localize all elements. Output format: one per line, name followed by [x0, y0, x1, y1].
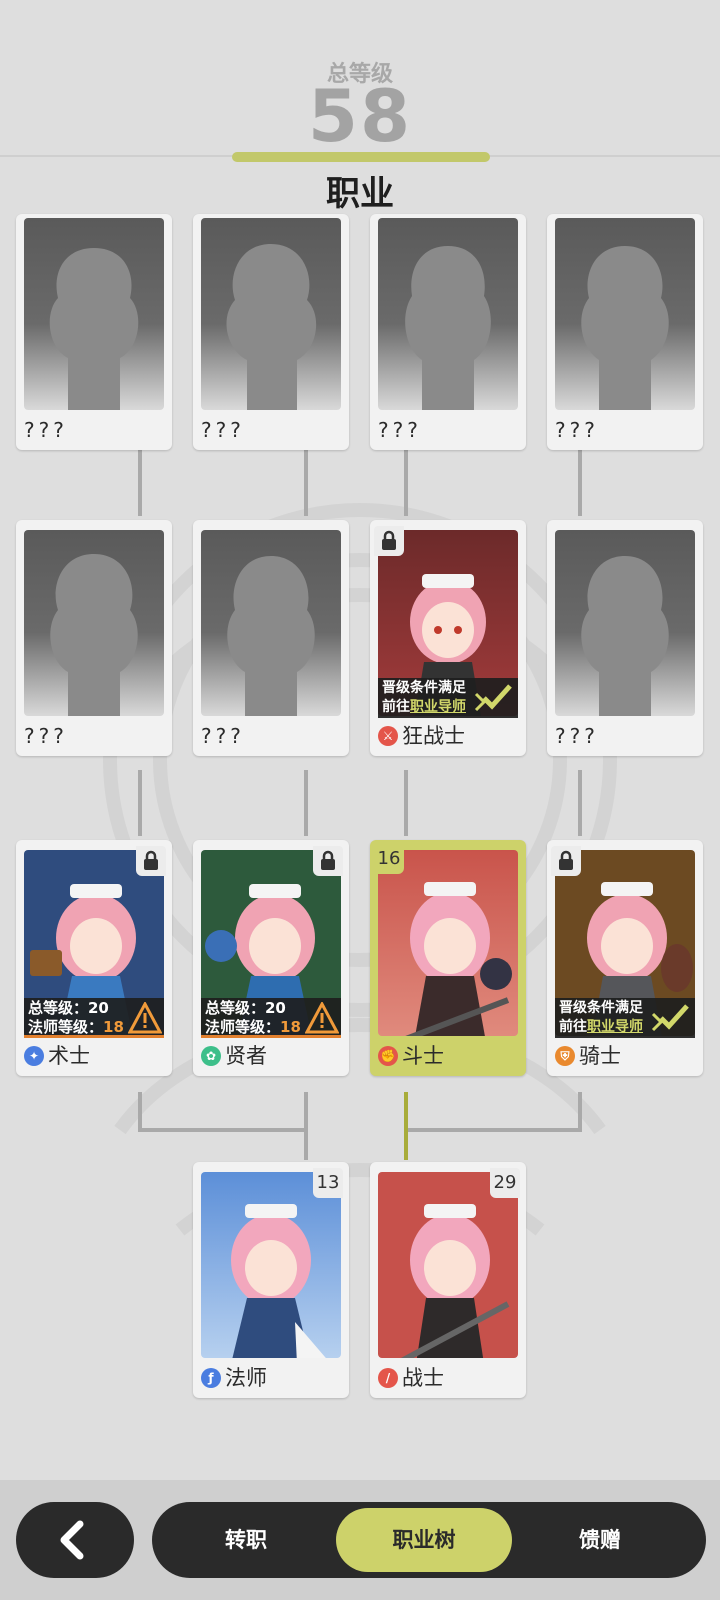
- class-card-unknown[interactable]: ???: [547, 520, 703, 756]
- class-name: ???: [24, 724, 68, 748]
- character-portrait: [378, 1172, 518, 1358]
- class-card-knight[interactable]: 晋级条件满足 前往职业导师 ⛨ 骑士: [547, 840, 703, 1076]
- class-name: ???: [378, 418, 422, 442]
- silhouette: [24, 218, 164, 410]
- class-card-fighter[interactable]: 16 ✊ 斗士: [370, 840, 526, 1076]
- lock-icon: [374, 526, 404, 556]
- class-label: ⚔ 狂战士: [378, 720, 465, 752]
- lock-icon: [551, 846, 581, 876]
- class-card-warrior[interactable]: 29 / 战士: [370, 1162, 526, 1398]
- silhouette: [555, 218, 695, 410]
- berserker-icon: ⚔: [378, 726, 398, 746]
- mentor-link[interactable]: 职业导师: [587, 1019, 643, 1035]
- class-card-unknown[interactable]: ???: [193, 520, 349, 756]
- class-label: ƒ 法师: [201, 1362, 267, 1394]
- silhouette: [555, 530, 695, 716]
- check-icon: [651, 1004, 689, 1032]
- tab-gifts[interactable]: 馈赠: [530, 1508, 670, 1572]
- silhouette: [201, 218, 341, 410]
- tab-class-change[interactable]: 转职: [176, 1508, 316, 1572]
- class-card-unknown[interactable]: ???: [16, 214, 172, 450]
- warlock-icon: ✦: [24, 1046, 44, 1066]
- class-name: ???: [24, 418, 68, 442]
- sage-icon: ✿: [201, 1046, 221, 1066]
- banner-prefix: 前往: [559, 1019, 587, 1035]
- class-level-badge: 16: [374, 844, 404, 874]
- class-card-warlock[interactable]: 总等级：20 法师等级：18 ✦ 术士: [16, 840, 172, 1076]
- fighter-icon: ✊: [378, 1046, 398, 1066]
- warning-icon: [305, 1002, 339, 1034]
- class-label: ⛨ 骑士: [555, 1040, 621, 1072]
- class-card-unknown[interactable]: ???: [370, 214, 526, 450]
- class-card-sage[interactable]: 总等级：20 法师等级：18 ✿ 贤者: [193, 840, 349, 1076]
- knight-icon: ⛨: [555, 1046, 575, 1066]
- class-name: 骑士: [579, 1044, 621, 1068]
- class-label: ✿ 贤者: [201, 1040, 267, 1072]
- class-label: / 战士: [378, 1362, 444, 1394]
- tab-class-tree[interactable]: 职业树: [336, 1508, 512, 1572]
- lock-icon: [313, 846, 343, 876]
- silhouette: [378, 218, 518, 410]
- mentor-link[interactable]: 职业导师: [410, 699, 466, 715]
- tab-bar: 转职 职业树 馈赠: [152, 1502, 706, 1578]
- warning-icon: [128, 1002, 162, 1034]
- chevron-left-icon: [60, 1520, 84, 1560]
- class-name: 法师: [225, 1366, 267, 1390]
- req-mage-level-value: 18: [103, 1018, 124, 1036]
- banner-prefix: 前往: [382, 699, 410, 715]
- promotion-ready-banner[interactable]: 晋级条件满足 前往职业导师: [555, 998, 695, 1038]
- character-portrait: [201, 1172, 341, 1358]
- class-card-berserker[interactable]: 晋级条件满足 前往职业导师 ⚔ 狂战士: [370, 520, 526, 756]
- class-name: ???: [201, 724, 245, 748]
- req-mage-level-label: 法师等级：: [28, 1018, 104, 1036]
- check-icon: [474, 684, 512, 712]
- warrior-icon: /: [378, 1368, 398, 1388]
- class-name: ???: [555, 724, 599, 748]
- promotion-ready-banner[interactable]: 晋级条件满足 前往职业导师: [378, 678, 518, 718]
- requirement-banner: 总等级：20 法师等级：18: [201, 998, 341, 1038]
- lock-icon: [136, 846, 166, 876]
- character-portrait: [378, 850, 518, 1036]
- class-name: 狂战士: [402, 724, 465, 748]
- req-mage-level-label: 法师等级：: [205, 1018, 281, 1036]
- back-button[interactable]: [16, 1502, 134, 1578]
- class-label: ✦ 术士: [24, 1040, 90, 1072]
- class-card-unknown[interactable]: ???: [16, 520, 172, 756]
- class-name: 战士: [402, 1366, 444, 1390]
- class-label: ✊ 斗士: [378, 1040, 444, 1072]
- class-name: ???: [201, 418, 245, 442]
- class-card-unknown[interactable]: ???: [193, 214, 349, 450]
- class-card-mage[interactable]: 13 ƒ 法师: [193, 1162, 349, 1398]
- class-level-badge: 29: [490, 1168, 520, 1198]
- class-name: 斗士: [402, 1044, 444, 1068]
- silhouette: [201, 530, 341, 716]
- silhouette: [24, 530, 164, 716]
- class-name: 贤者: [225, 1044, 267, 1068]
- class-name: ???: [555, 418, 599, 442]
- mage-icon: ƒ: [201, 1368, 221, 1388]
- req-mage-level-value: 18: [280, 1018, 301, 1036]
- class-level-badge: 13: [313, 1168, 343, 1198]
- class-card-unknown[interactable]: ???: [547, 214, 703, 450]
- class-name: 术士: [48, 1044, 90, 1068]
- requirement-banner: 总等级：20 法师等级：18: [24, 998, 164, 1038]
